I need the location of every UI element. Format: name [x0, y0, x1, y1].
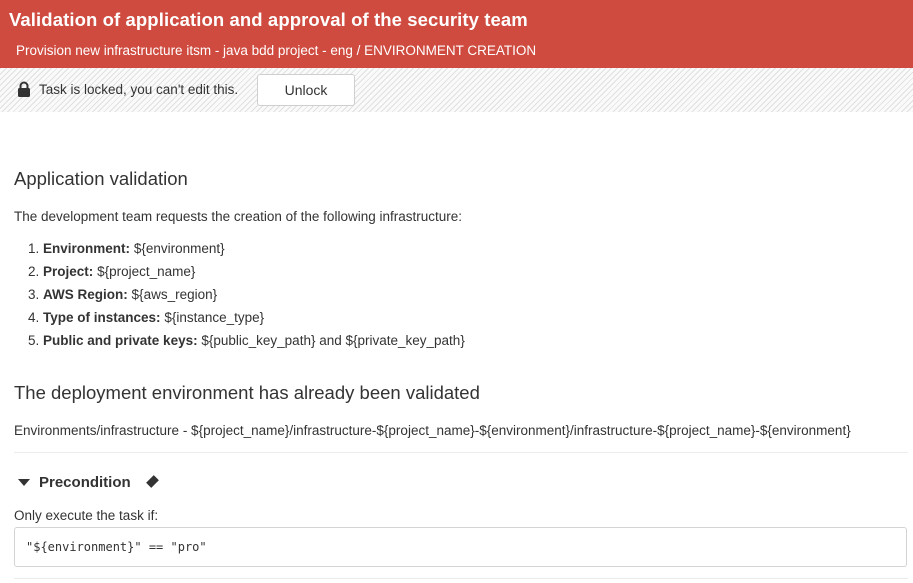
caret-down-icon [18, 479, 30, 486]
list-item-number: 4. [28, 310, 40, 325]
unlock-button[interactable]: Unlock [257, 74, 355, 106]
lock-icon [18, 81, 30, 97]
list-item-value: ${public_key_path} and ${private_key_pat… [201, 333, 465, 348]
application-validation-heading: Application validation [14, 168, 188, 189]
precondition-expression-field[interactable]: "${environment}" == "pro" [14, 527, 907, 567]
list-item-value: ${project_name} [97, 264, 196, 279]
precondition-condition-text: Only execute the task if: [14, 508, 159, 523]
lock-message: Task is locked, you can't edit this. [39, 82, 239, 97]
infrastructure-list: 1. Environment: ${environment} 2. Projec… [28, 241, 465, 356]
task-header: Validation of application and approval o… [0, 0, 913, 68]
list-item: 4. Type of instances: ${instance_type} [28, 310, 465, 333]
application-intro: The development team requests the creati… [14, 209, 462, 224]
list-item: 5. Public and private keys: ${public_key… [28, 333, 465, 356]
list-item-label: Environment: [43, 241, 131, 256]
list-item-label: Public and private keys: [43, 333, 198, 348]
list-item: 2. Project: ${project_name} [28, 264, 465, 287]
divider [14, 578, 908, 579]
task-title: Validation of application and approval o… [9, 9, 528, 30]
task-breadcrumb: Provision new infrastructure itsm - java… [16, 43, 537, 58]
list-item-value: ${aws_region} [131, 287, 218, 302]
precondition-label: Precondition [39, 474, 131, 491]
list-item-value: ${instance_type} [164, 310, 265, 325]
list-item-number: 1. [28, 241, 40, 256]
list-item: 1. Environment: ${environment} [28, 241, 465, 264]
deployment-heading: The deployment environment has already b… [14, 382, 480, 403]
list-item-label: AWS Region: [43, 287, 128, 302]
list-item: 3. AWS Region: ${aws_region} [28, 287, 465, 310]
list-item-label: Type of instances: [43, 310, 161, 325]
list-item-number: 5. [28, 333, 40, 348]
list-item-label: Project: [43, 264, 94, 279]
list-item-number: 3. [28, 287, 40, 302]
diamond-icon [146, 475, 159, 488]
divider [14, 452, 908, 453]
lock-banner: Task is locked, you can't edit this. Unl… [0, 68, 913, 112]
environment-path: Environments/infrastructure - ${project_… [14, 423, 851, 438]
list-item-value: ${environment} [133, 241, 225, 256]
list-item-number: 2. [28, 264, 40, 279]
